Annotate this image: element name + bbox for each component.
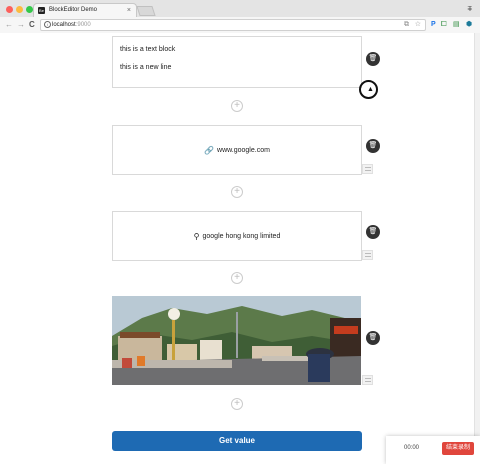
trash-icon[interactable]: 🗑 xyxy=(366,225,380,239)
window-menu-icon[interactable]: ⩨ xyxy=(467,4,472,14)
shield-icon[interactable]: ⬢ xyxy=(466,20,472,30)
map-pin-icon: ⚲ xyxy=(193,231,200,241)
text-line[interactable]: this is a new line xyxy=(113,63,361,72)
browser-tab[interactable]: Be BlockEditor Demo × xyxy=(33,3,137,17)
recording-time: 00:00 xyxy=(404,445,420,451)
maximize-window-icon[interactable] xyxy=(26,6,33,13)
add-block-button[interactable]: + xyxy=(231,186,243,198)
link-text: www.google.com xyxy=(217,146,270,154)
get-value-button[interactable]: Get value xyxy=(112,431,362,451)
trash-icon[interactable]: 🗑 xyxy=(366,139,380,153)
bookmark-icon[interactable]: ▤ xyxy=(453,20,460,30)
scrollbar[interactable] xyxy=(474,33,480,464)
forward-icon[interactable]: → xyxy=(17,20,25,30)
link-icon: 🔗 xyxy=(204,145,215,155)
recorder-panel: 00:00 结束录制 xyxy=(386,436,480,464)
drag-handle-icon[interactable] xyxy=(362,375,373,385)
browser-toolbar: ← → C i localhost:9000 ⧉ ☆ P ⧠ ▤ ⬢ xyxy=(0,17,480,33)
trash-icon[interactable]: 🗑 xyxy=(366,52,380,66)
location-text: google hong kong limited xyxy=(202,232,281,240)
puzzle-icon[interactable]: ⧠ xyxy=(441,20,447,30)
text-block[interactable]: this is a text block this is a new line xyxy=(112,36,362,88)
url-host: localhost xyxy=(52,22,76,28)
tab-close-icon[interactable]: × xyxy=(127,4,131,17)
reload-icon[interactable]: C xyxy=(29,20,35,30)
site-info-icon[interactable]: i xyxy=(44,21,51,28)
text-line[interactable]: this is a text block xyxy=(113,45,361,54)
address-bar[interactable]: i localhost:9000 ⧉ ☆ xyxy=(40,19,426,31)
add-block-button[interactable]: + xyxy=(231,100,243,112)
tab-favicon: Be xyxy=(38,7,45,14)
close-window-icon[interactable] xyxy=(6,6,13,13)
drag-handle-icon[interactable] xyxy=(362,164,373,174)
minimize-window-icon[interactable] xyxy=(16,6,23,13)
tab-title: BlockEditor Demo xyxy=(49,7,98,13)
trash-icon[interactable]: 🗑 xyxy=(366,331,380,345)
add-block-button[interactable]: + xyxy=(231,398,243,410)
location-block[interactable]: ⚲ google hong kong limited xyxy=(112,211,362,261)
translate-icon[interactable]: ⧉ xyxy=(404,20,409,30)
image-block[interactable] xyxy=(112,296,361,385)
back-icon[interactable]: ← xyxy=(5,20,13,30)
url-port: :9000 xyxy=(75,22,91,28)
p-icon[interactable]: P xyxy=(431,20,436,30)
new-tab-button[interactable] xyxy=(136,6,156,16)
stop-recording-button[interactable]: 结束录制 xyxy=(442,442,474,455)
star-icon[interactable]: ☆ xyxy=(415,20,421,30)
add-block-button[interactable]: + xyxy=(231,272,243,284)
mouse-pointer-icon: ▲ xyxy=(367,86,374,93)
street-photo xyxy=(112,296,361,385)
link-block[interactable]: 🔗 www.google.com xyxy=(112,125,362,175)
drag-handle-icon[interactable] xyxy=(362,250,373,260)
browser-chrome: Be BlockEditor Demo × ⩨ ← → C i localhos… xyxy=(0,0,480,33)
